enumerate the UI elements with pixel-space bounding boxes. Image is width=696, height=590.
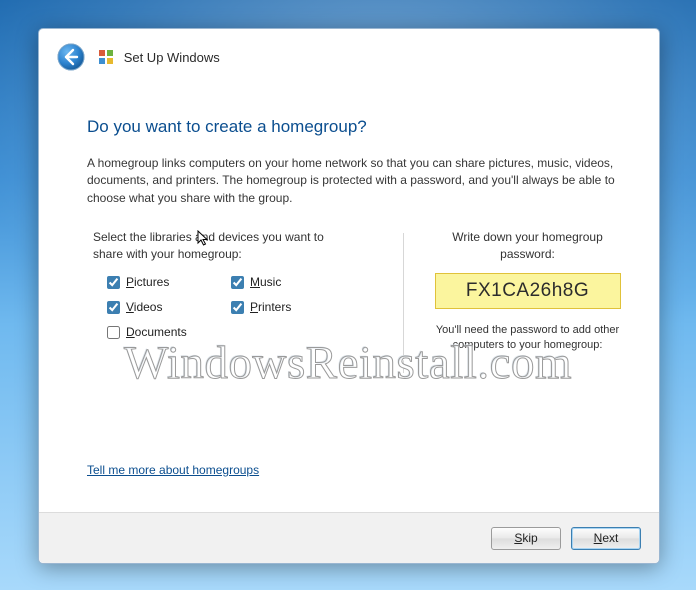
next-button-rest: ext [602, 531, 618, 545]
checkbox-pictures[interactable]: Pictures [107, 275, 227, 290]
dialog-content: Do you want to create a homegroup? A hom… [39, 91, 659, 373]
homegroup-password: FX1CA26h8G [435, 273, 621, 309]
select-libraries-label: Select the libraries and devices you wan… [93, 229, 333, 263]
dialog-footer: Skip Next [39, 512, 659, 563]
checkbox-music-label: Music [250, 275, 281, 290]
back-button[interactable] [57, 43, 85, 71]
setup-dialog: Set Up Windows Do you want to create a h… [38, 28, 660, 564]
skip-button[interactable]: Skip [491, 527, 561, 550]
checkbox-documents-label: Documents [126, 325, 187, 340]
dialog-header: Set Up Windows [39, 29, 659, 91]
page-heading: Do you want to create a homegroup? [87, 117, 625, 137]
page-description: A homegroup links computers on your home… [87, 155, 625, 207]
checkbox-music-input[interactable] [231, 276, 244, 289]
password-column: Write down your homegroup password: FX1C… [404, 229, 625, 373]
checkbox-documents[interactable]: Documents [107, 325, 227, 340]
two-column-area: Select the libraries and devices you wan… [87, 229, 625, 373]
write-password-label: Write down your homegroup password: [433, 229, 623, 263]
skip-button-rest: kip [522, 531, 537, 545]
window-flag-icon [98, 49, 114, 65]
need-password-label: You'll need the password to add other co… [430, 323, 625, 354]
tell-me-more-link[interactable]: Tell me more about homegroups [87, 463, 259, 477]
checkbox-pictures-input[interactable] [107, 276, 120, 289]
checkbox-printers-input[interactable] [231, 301, 244, 314]
checkbox-printers-label: Printers [250, 300, 291, 315]
checkbox-videos-input[interactable] [107, 301, 120, 314]
checkbox-music[interactable]: Music [231, 275, 351, 290]
share-checkbox-grid: Pictures Music Videos Printers [87, 275, 377, 340]
share-column: Select the libraries and devices you wan… [87, 229, 403, 373]
checkbox-printers[interactable]: Printers [231, 300, 351, 315]
checkbox-documents-input[interactable] [107, 326, 120, 339]
dialog-title: Set Up Windows [124, 50, 220, 65]
select-libraries-text: Select the libraries and devices you wan… [93, 230, 324, 261]
checkbox-videos-label: Videos [126, 300, 162, 315]
checkbox-pictures-label: Pictures [126, 275, 169, 290]
checkbox-videos[interactable]: Videos [107, 300, 227, 315]
next-button[interactable]: Next [571, 527, 641, 550]
